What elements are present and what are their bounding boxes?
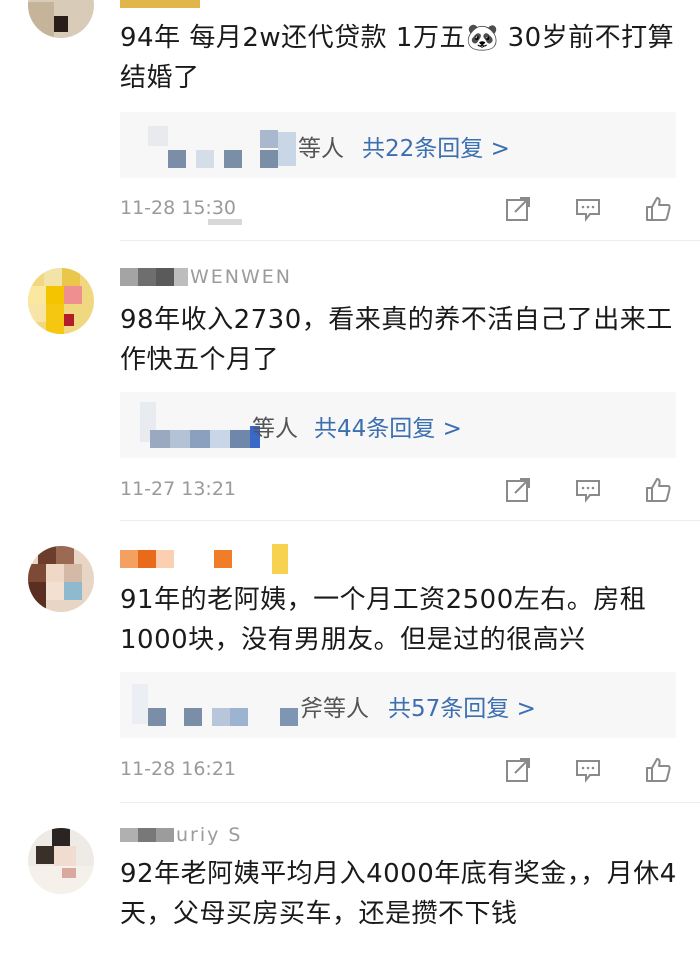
share-icon[interactable]: [504, 756, 532, 784]
like-icon[interactable]: [644, 195, 672, 223]
share-icon[interactable]: [504, 195, 532, 223]
comment-icon[interactable]: [574, 756, 602, 784]
username[interactable]: [120, 544, 288, 574]
reply-box[interactable]: 等人 共22条回复 >: [120, 112, 676, 178]
reply-count-link[interactable]: 共22条回复 >: [362, 129, 510, 163]
reply-box[interactable]: 等人 共44条回复 >: [120, 392, 676, 458]
username[interactable]: WENWEN: [120, 264, 292, 290]
reply-count-link[interactable]: 共57条回复 >: [388, 689, 536, 723]
reply-users-label: 斧等人: [300, 696, 369, 722]
divider: [120, 802, 700, 803]
comment-time: 11-28 15:30: [120, 197, 237, 219]
comment-text: 92年老阿姨平均月入4000年底有奖金，，月休4天，父母买房买车，还是攒不下钱: [120, 859, 677, 929]
comment-text: 94年 每月2w还代贷款 1万五🐼 30岁前不打算结婚了: [120, 23, 675, 93]
divider: [120, 520, 700, 521]
comment-text: 91年的老阿姨，一个月工资2500左右。房租1000块，没有男朋友。但是过的很高…: [120, 585, 647, 655]
like-icon[interactable]: [644, 756, 672, 784]
username[interactable]: uriy S: [120, 822, 242, 848]
username[interactable]: [120, 0, 200, 12]
username-text: uriy S: [176, 824, 243, 846]
reply-avatar-mosaic: [148, 126, 168, 146]
reply-users-label: 等人: [298, 136, 344, 162]
username-text: WENWEN: [190, 266, 293, 288]
avatar[interactable]: [28, 546, 94, 612]
comment-time: 11-28 16:21: [120, 758, 237, 780]
reply-box[interactable]: 斧等人 共57条回复 >: [120, 672, 676, 738]
comment-icon[interactable]: [574, 476, 602, 504]
comment-time: 11-27 13:21: [120, 478, 237, 500]
comment-icon[interactable]: [574, 195, 602, 223]
avatar[interactable]: [28, 0, 94, 38]
share-icon[interactable]: [504, 476, 532, 504]
reply-count-link[interactable]: 共44条回复 >: [314, 409, 462, 443]
reply-users-label: 等人: [252, 416, 298, 442]
avatar[interactable]: [28, 828, 94, 894]
avatar[interactable]: [28, 268, 94, 334]
divider: [120, 240, 700, 241]
comment-text: 98年收入2730，看来真的养不活自己了出来工作快五个月了: [120, 305, 673, 375]
like-icon[interactable]: [644, 476, 672, 504]
